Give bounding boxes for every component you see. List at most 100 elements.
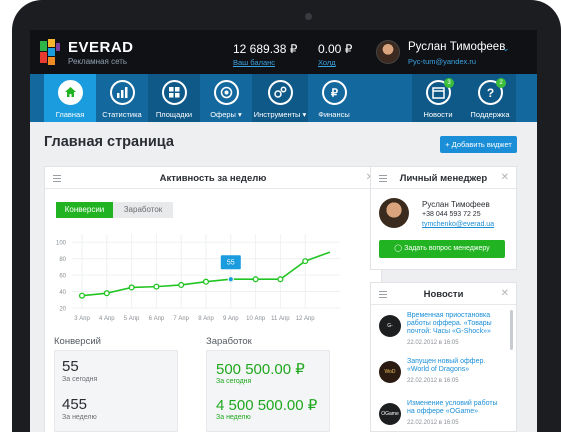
manager-email[interactable]: tymchenko@everad.ua	[422, 221, 494, 228]
news-panel-header: Новости ✕	[371, 283, 516, 305]
chevron-down-icon[interactable]: ⌄	[502, 43, 510, 54]
nav-item-offers[interactable]: Оферы ▾	[200, 74, 252, 122]
news-text[interactable]: Временная приостановка работы оффера. «Т…	[407, 312, 507, 336]
news-item[interactable]: G-SHOCK Временная приостановка работы оф…	[379, 312, 509, 351]
nav-item-finance[interactable]: ₽ Финансы	[308, 74, 360, 122]
add-widget-button[interactable]: + Добавить виджет	[440, 136, 517, 153]
data-point	[78, 292, 86, 299]
nav-label-statistics: Статистика	[102, 110, 142, 119]
news-date: 22.02.2012 в 16:05	[407, 340, 459, 346]
chat-icon: ◯	[394, 245, 403, 252]
ask-manager-button[interactable]: ◯ Задать вопрос менеджеру	[379, 240, 505, 258]
gears-icon	[267, 80, 293, 105]
brand-name[interactable]: EVERAD	[68, 39, 134, 56]
tooltip-label: 55	[227, 260, 235, 267]
grid-icon	[161, 80, 187, 105]
manager-name: Руслан Тимофеев	[422, 200, 490, 209]
news-item[interactable]: WoD Запущен новый оффер. «World of Drago…	[379, 358, 509, 390]
balance-link[interactable]: Ваш баланс	[233, 58, 275, 67]
data-point	[302, 258, 309, 265]
y-tick-label: 80	[59, 257, 66, 263]
news-text[interactable]: Изменение условий работы на оффере «OGam…	[407, 400, 507, 416]
earn-today-value: 500 500.00 ₽	[216, 361, 305, 378]
news-logo: OGame	[379, 403, 401, 425]
x-tick-label: 11 Апр	[271, 316, 290, 322]
x-tick-label: 10 Апр	[246, 316, 266, 322]
nav-item-support[interactable]: ? 2 Поддержка	[464, 74, 516, 122]
activity-panel-header: Активность за неделю ✕	[45, 167, 381, 189]
y-tick-label: 60	[59, 274, 66, 280]
manager-avatar	[379, 198, 409, 228]
y-tick-label: 20	[59, 307, 66, 313]
nav-item-news[interactable]: 3 Новости	[412, 74, 464, 122]
news-title: Новости	[423, 289, 464, 300]
news-date: 22.02.2012 в 16:05	[407, 420, 459, 426]
nav-label-home: Главная	[55, 110, 85, 119]
brand-subtitle: Рекламная сеть	[68, 57, 128, 66]
user-name[interactable]: Руслан Тимофеев	[408, 41, 505, 53]
nav-item-tools[interactable]: Инструменты ▾	[252, 74, 308, 122]
conv-week-label: За неделю	[62, 414, 97, 421]
x-tick-label: 4 Апр	[99, 316, 115, 322]
ask-manager-label: Задать вопрос менеджеру	[404, 245, 490, 252]
user-avatar[interactable]	[376, 40, 400, 64]
news-text[interactable]: Запущен новый оффер. «World of Dragons»	[407, 358, 507, 374]
x-tick-label: 12 Апр	[296, 316, 316, 322]
earn-today-label: За сегодня	[216, 378, 252, 385]
everad-logo-icon[interactable]	[40, 39, 60, 65]
news-item[interactable]: OGame Изменение условий работы на оффере…	[379, 400, 509, 432]
news-logo: G-SHOCK	[379, 315, 401, 351]
data-point	[103, 290, 110, 297]
y-tick-label: 40	[59, 290, 66, 296]
nav-label-platforms: Площадки	[155, 110, 193, 119]
main-nav: Главная Статистика Площадки Оферы ▾ Инст…	[30, 74, 537, 122]
camera-dot	[305, 13, 312, 20]
x-tick-label: 8 Апр	[198, 316, 214, 322]
news-logo: WoD	[379, 361, 401, 383]
x-tick-label: 7 Апр	[173, 316, 189, 322]
nav-item-home[interactable]: Главная	[44, 74, 96, 122]
manager-panel-header: Личный менеджер ✕	[371, 167, 516, 189]
activity-title: Активность за неделю	[159, 173, 267, 184]
nav-label-news: Новости	[423, 110, 453, 119]
x-tick-label: 9 Апр	[223, 316, 239, 322]
tab-earnings[interactable]: Заработок	[113, 202, 173, 218]
conv-today-label: За сегодня	[62, 376, 98, 383]
news-date: 22.02.2012 в 16:05	[407, 378, 459, 384]
conv-week-value: 455	[62, 396, 88, 413]
earnings-title: Заработок	[206, 336, 252, 347]
hold-value: 0.00 ₽	[318, 42, 353, 56]
x-tick-label: 5 Апр	[124, 316, 140, 322]
manager-phone: +38 044 593 72 25	[422, 211, 481, 218]
earn-week-value: 4 500 500.00 ₽	[216, 397, 318, 414]
x-tick-label: 3 Апр	[74, 316, 90, 322]
data-point	[202, 278, 210, 285]
conv-today-value: 55	[62, 358, 79, 375]
tab-conversions[interactable]: Конверсии	[56, 202, 113, 218]
nav-label-finance: Финансы	[318, 110, 350, 119]
manager-title: Личный менеджер	[399, 173, 488, 184]
highlighted-point	[227, 276, 234, 283]
home-icon	[57, 80, 83, 105]
user-email[interactable]: Pyc-tum@yandex.ru	[408, 57, 476, 66]
close-icon[interactable]: ✕	[501, 288, 509, 299]
page-title: Главная страница	[44, 134, 174, 150]
close-icon[interactable]: ✕	[501, 172, 509, 183]
screen: EVERAD Рекламная сеть 12 689.38 ₽ Ваш ба…	[30, 30, 537, 432]
data-point	[252, 276, 259, 283]
news-badge: 3	[444, 78, 454, 88]
nav-label-support: Поддержка	[470, 110, 510, 119]
activity-chart: 20 40 60 80 100 3 Апр 4 Апр 5 Апр 6 Апр 7 Апр 8 Ап…	[56, 234, 340, 322]
target-icon	[213, 80, 239, 105]
x-tick-label: 6 Апр	[149, 316, 165, 322]
support-badge: 2	[496, 78, 506, 88]
nav-item-statistics[interactable]: Статистика	[96, 74, 148, 122]
bar-chart-icon	[109, 80, 135, 105]
data-point	[128, 284, 135, 291]
news-scrollbar[interactable]	[510, 310, 513, 350]
hold-link[interactable]: Холд	[318, 58, 336, 67]
nav-item-platforms[interactable]: Площадки	[148, 74, 200, 122]
data-point	[277, 276, 284, 283]
conversions-title: Конверсий	[54, 336, 101, 347]
balance-value: 12 689.38 ₽	[233, 42, 298, 56]
